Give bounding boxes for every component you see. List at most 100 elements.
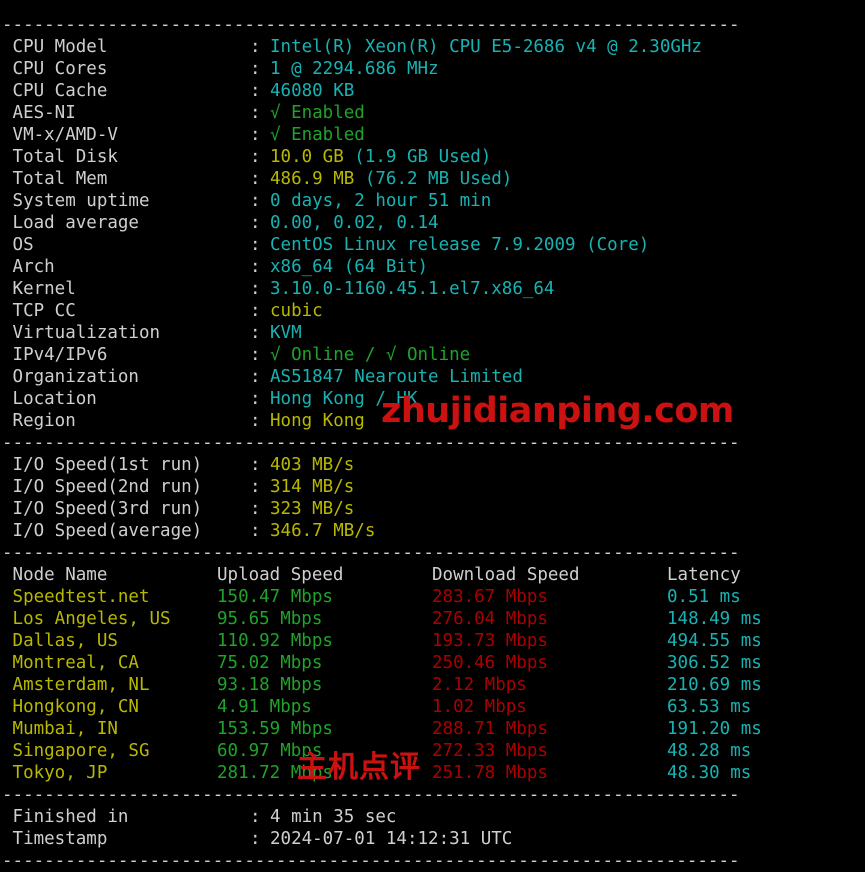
system-info-row: Load average:0.00, 0.02, 0.14: [0, 212, 865, 234]
system-info-label: Kernel: [2, 279, 76, 299]
system-info-colon: :: [250, 389, 261, 409]
speedtest-row: Singapore, SG 60.97 Mbps 272.33 Mbps 48.28 …: [0, 740, 865, 762]
system-info-value: cubic: [270, 301, 323, 321]
io-speed-label: I/O Speed(1st run): [2, 455, 203, 475]
system-info-value: √ Enabled: [270, 103, 365, 123]
speedtest-row: Hongkong, CN 4.91 Mbps 1.02 Mbps 63.53 ms: [0, 696, 865, 718]
system-info-label: System uptime: [2, 191, 150, 211]
system-info-value-extra: (76.2 MB Used): [354, 169, 513, 189]
speedtest-node-name: Speedtest.net: [2, 587, 150, 607]
system-info-row: Region: Hong Kong: [0, 410, 865, 432]
system-info-colon: :: [250, 345, 261, 365]
speedtest-upload-speed: 60.97 Mbps: [217, 741, 323, 761]
system-info-colon: :: [250, 191, 261, 211]
system-info-label: Location: [2, 389, 97, 409]
system-info-row: AES-NI: √ Enabled: [0, 102, 865, 124]
speedtest-download-speed: 283.67 Mbps: [432, 587, 548, 607]
speedtest-download-speed: 288.71 Mbps: [432, 719, 548, 739]
speedtest-row: Speedtest.net 150.47 Mbps 283.67 Mbps 0.51 …: [0, 586, 865, 608]
speedtest-row: Tokyo, JP 281.72 Mbps 251.78 Mbps 48.30 ms: [0, 762, 865, 784]
system-info-colon: :: [250, 279, 261, 299]
system-info-row: OS: CentOS Linux release 7.9.2009 (Core): [0, 234, 865, 256]
speedtest-row: Montreal, CA 75.02 Mbps 250.46 Mbps 306.52 …: [0, 652, 865, 674]
system-info-row: Total Disk:10.0 GB (1.9 GB Used): [0, 146, 865, 168]
system-info-value: 3.10.0-1160.45.1.el7.x86_64: [270, 279, 555, 299]
speedtest-upload-speed: 281.72 Mbps: [217, 763, 333, 783]
speedtest-node-name: Dallas, US: [2, 631, 118, 651]
speedtest-upload-speed: 110.92 Mbps: [217, 631, 333, 651]
speedtest-latency: 48.30 ms: [667, 763, 752, 783]
footer-row: Finished in:4 min 35 sec: [0, 806, 865, 828]
system-info-label: Arch: [2, 257, 55, 277]
speedtest-latency: 191.20 ms: [667, 719, 762, 739]
speedtest-row: Amsterdam, NL 93.18 Mbps 2.12 Mbps 210.69 m…: [0, 674, 865, 696]
footer-colon: :: [250, 829, 261, 849]
speedtest-latency: 210.69 ms: [667, 675, 762, 695]
system-info-label: Total Mem: [2, 169, 108, 189]
io-speed-label: I/O Speed(2nd run): [2, 477, 203, 497]
separator-io-top: ----------------------------------------…: [2, 433, 740, 453]
separator-speedtest-top: ----------------------------------------…: [2, 543, 740, 563]
speedtest-download-speed: 272.33 Mbps: [432, 741, 548, 761]
separator-footer-top: ----------------------------------------…: [2, 785, 740, 805]
system-info-colon: :: [250, 169, 261, 189]
system-info-label: OS: [2, 235, 34, 255]
system-info-value: 0.00, 0.02, 0.14: [270, 213, 439, 233]
terminal-window: ----------------------------------------…: [0, 0, 865, 871]
io-speed-colon: :: [250, 455, 261, 475]
system-info-colon: :: [250, 81, 261, 101]
speedtest-download-speed: 2.12 Mbps: [432, 675, 527, 695]
system-info-value: x86_64 (64 Bit): [270, 257, 429, 277]
io-speed-label: I/O Speed(3rd run): [2, 499, 203, 519]
footer-label: Finished in: [2, 807, 129, 827]
system-info-value: 486.9 MB: [270, 169, 355, 189]
speedtest-upload-speed: 4.91 Mbps: [217, 697, 312, 717]
system-info-value: 0 days, 2 hour 51 min: [270, 191, 492, 211]
system-info-value: CentOS Linux release 7.9.2009 (Core): [270, 235, 650, 255]
speedtest-latency: 494.55 ms: [667, 631, 762, 651]
speedtest-download-speed: 250.46 Mbps: [432, 653, 548, 673]
footer-block: Finished in:4 min 35 sec Timestamp:2024-…: [0, 806, 865, 850]
speedtest-download-speed: 193.73 Mbps: [432, 631, 548, 651]
system-info-value: AS51847 Nearoute Limited: [270, 367, 523, 387]
system-info-label: CPU Model: [2, 37, 108, 57]
system-info-row: IPv4/IPv6: √ Online / √ Online: [0, 344, 865, 366]
system-info-colon: :: [250, 59, 261, 79]
separator-system-info-top: ----------------------------------------…: [2, 15, 740, 35]
system-info-row: Location: Hong Kong / HK: [0, 388, 865, 410]
terminal-screen: ----------------------------------------…: [0, 0, 865, 872]
io-speed-value: 314 MB/s: [270, 477, 355, 497]
io-speed-value: 403 MB/s: [270, 455, 355, 475]
system-info-value: Intel(R) Xeon(R) CPU E5-2686 v4 @ 2.30GH…: [270, 37, 702, 57]
system-info-row: Kernel:3.10.0-1160.45.1.el7.x86_64: [0, 278, 865, 300]
separator-top: ----------------------------------------…: [0, 0, 865, 3]
speedtest-upload-speed: 75.02 Mbps: [217, 653, 323, 673]
io-speed-colon: :: [250, 499, 261, 519]
system-info-colon: :: [250, 301, 261, 321]
speedtest-header-upload: Upload Speed: [217, 565, 344, 585]
system-info-block: CPU Model: Intel(R) Xeon(R) CPU E5-2686 v…: [0, 36, 865, 432]
system-info-row: VM-x/AMD-V: √ Enabled: [0, 124, 865, 146]
system-info-row: TCP CC: cubic: [0, 300, 865, 322]
system-info-colon: :: [250, 235, 261, 255]
speedtest-download-speed: 276.04 Mbps: [432, 609, 548, 629]
system-info-row: Arch: x86_64 (64 Bit): [0, 256, 865, 278]
speedtest-header-row: Node Name Upload Speed Download Speed Laten…: [0, 564, 865, 586]
speedtest-row: Dallas, US 110.92 Mbps 193.73 Mbps 494.55 m…: [0, 630, 865, 652]
system-info-label: IPv4/IPv6: [2, 345, 108, 365]
system-info-row: Total Mem:486.9 MB (76.2 MB Used): [0, 168, 865, 190]
system-info-colon: :: [250, 213, 261, 233]
speedtest-row: Mumbai, IN 153.59 Mbps 288.71 Mbps 191.20 m…: [0, 718, 865, 740]
speedtest-block: Node Name Upload Speed Download Speed Laten…: [0, 564, 865, 784]
speedtest-upload-speed: 150.47 Mbps: [217, 587, 333, 607]
system-info-value: √ Online / √ Online: [270, 345, 471, 365]
system-info-colon: :: [250, 257, 261, 277]
footer-value: 4 min 35 sec: [270, 807, 397, 827]
speedtest-upload-speed: 95.65 Mbps: [217, 609, 323, 629]
io-speed-label: I/O Speed(average): [2, 521, 203, 541]
system-info-row: CPU Cache:46080 KB: [0, 80, 865, 102]
io-speed-value: 346.7 MB/s: [270, 521, 376, 541]
io-speed-row: I/O Speed(3rd run):323 MB/s: [0, 498, 865, 520]
speedtest-latency: 63.53 ms: [667, 697, 752, 717]
speedtest-download-speed: 1.02 Mbps: [432, 697, 527, 717]
